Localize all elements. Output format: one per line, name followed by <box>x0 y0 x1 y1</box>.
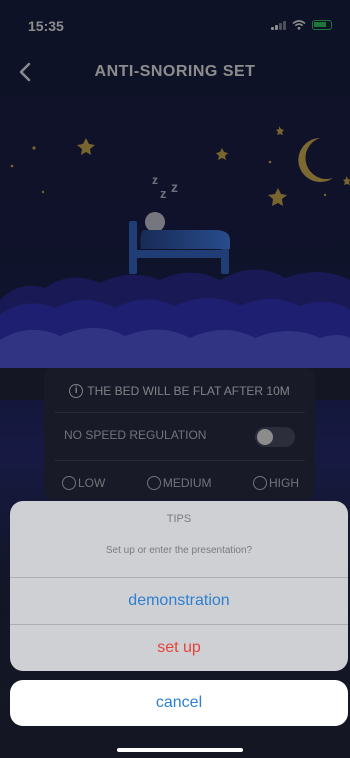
sheet-message: Set up or enter the presentation? <box>105 545 253 556</box>
set-up-button[interactable]: set up <box>10 625 348 671</box>
action-sheet: TIPS Set up or enter the presentation? d… <box>10 501 348 671</box>
sheet-title: TIPS <box>166 513 192 525</box>
demonstration-button[interactable]: demonstration <box>10 578 348 624</box>
cancel-button[interactable]: cancel <box>10 680 348 726</box>
app-screen: 15:35 ANTI-SNORING SET z z z i THE BED W… <box>0 0 350 758</box>
home-indicator[interactable] <box>117 748 243 752</box>
